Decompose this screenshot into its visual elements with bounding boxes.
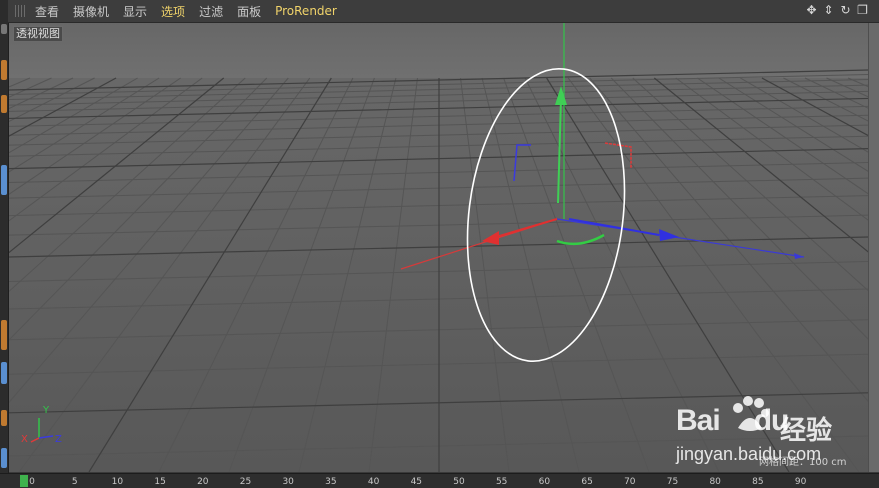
view-label: 透视视图: [13, 26, 63, 42]
timeline-tick: 75: [666, 477, 679, 487]
watermark-experience: 经验: [780, 416, 833, 446]
tool-icon[interactable]: [1, 362, 7, 384]
timeline-tick: 25: [239, 477, 252, 487]
timeline-tick: 5: [71, 477, 78, 487]
menu-prorender[interactable]: ProRender: [275, 4, 337, 18]
tool-icon[interactable]: [1, 95, 7, 113]
tool-icon[interactable]: [1, 24, 7, 34]
axis-x-label: X: [21, 434, 28, 445]
tool-icon[interactable]: [1, 448, 7, 468]
timeline-tick: 70: [624, 477, 636, 487]
watermark-url: jingyan.baidu.com: [676, 444, 822, 464]
timeline-tick: 55: [495, 477, 508, 487]
baidu-watermark: Bai du 经验 jingyan.baidu.com: [676, 392, 856, 470]
timeline-tick: 15: [154, 477, 166, 487]
axis-y-label: Y: [42, 405, 50, 416]
panel-grip-icon[interactable]: [15, 5, 27, 17]
tool-icon[interactable]: [1, 165, 7, 195]
timeline-tick: 10: [111, 477, 124, 487]
axis-indicator: Y X Z: [21, 405, 62, 445]
timeline-tick: 60: [538, 477, 551, 487]
menu-display[interactable]: 显示: [123, 3, 147, 20]
viewport-right-edge: [868, 23, 879, 472]
move-icon[interactable]: ✥: [805, 3, 818, 18]
menu-panel[interactable]: 面板: [237, 3, 261, 20]
timeline-tick: 50: [453, 477, 465, 487]
timeline-tick: 30: [282, 477, 294, 487]
tool-icon[interactable]: [1, 60, 7, 80]
timeline-tick: 80: [709, 477, 721, 487]
paw-icon: [733, 396, 769, 431]
zoom-icon[interactable]: ⇕: [822, 3, 835, 18]
menu-options[interactable]: 选项: [161, 3, 185, 20]
menu-view[interactable]: 查看: [35, 3, 59, 20]
timeline-tick: 85: [752, 477, 764, 487]
timeline-tick: 45: [410, 477, 423, 487]
timeline-tick: 90: [794, 477, 807, 487]
axis-z-label: Z: [55, 434, 62, 445]
view-navigation: ✥ ⇕ ↻ ❐: [805, 3, 869, 18]
left-tool-palette: [0, 0, 9, 487]
tool-icon[interactable]: [1, 410, 7, 426]
timeline-ruler[interactable]: 0 5 10 15 20 25 30 35 40 45 50 55 60 65 70 75 80 85 90: [0, 473, 879, 488]
viewport-menubar: 查看 摄像机 显示 选项 过滤 面板 ProRender ✥ ⇕ ↻ ❐: [8, 0, 879, 23]
timeline-tick: 0: [29, 477, 35, 487]
timeline-playhead[interactable]: [20, 475, 28, 487]
timeline-tick: 20: [197, 477, 209, 487]
maximize-icon[interactable]: ❐: [856, 3, 869, 18]
tool-icon[interactable]: [1, 320, 7, 350]
timeline-tick: 35: [325, 477, 337, 487]
menu-camera[interactable]: 摄像机: [73, 3, 109, 20]
timeline-tick: 65: [581, 477, 593, 487]
timeline-tick: 40: [367, 477, 380, 487]
menu-filter[interactable]: 过滤: [199, 3, 223, 20]
rotate-icon[interactable]: ↻: [839, 3, 852, 18]
